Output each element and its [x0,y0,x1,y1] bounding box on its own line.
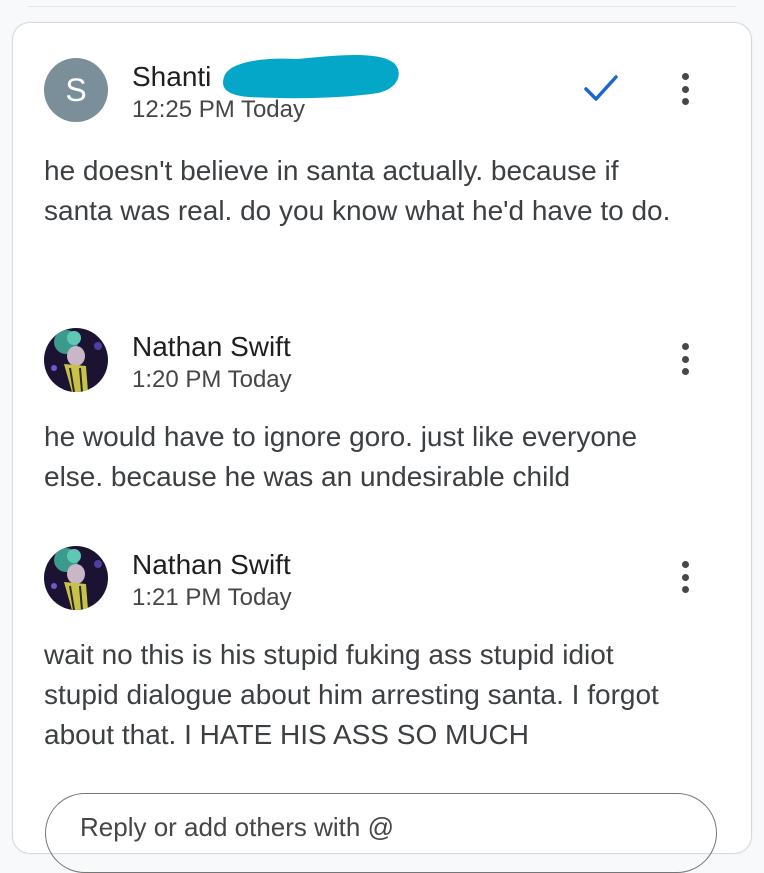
avatar[interactable]: S [44,58,108,122]
avatar[interactable] [44,328,108,392]
comment-author: Shanti [132,61,212,92]
avatar-image [44,328,108,392]
comment-body: he would have to ignore goro. just like … [44,421,638,492]
avatar[interactable] [44,546,108,610]
check-icon[interactable] [583,73,619,103]
comment-body: he doesn't believe in santa actually. be… [44,155,671,226]
avatar-letter: S [65,72,87,108]
avatar-image [44,546,108,610]
comment-author: Nathan Swift [132,549,291,580]
comment-body: wait no this is his stupid fuking ass st… [44,639,659,750]
reply-placeholder: Reply or add others with @ [80,812,394,842]
comment-timestamp: 1:21 PM Today [132,584,292,611]
comment-author: Nathan Swift [132,331,291,362]
comment-timestamp: 1:20 PM Today [132,366,292,393]
more-vert-icon[interactable] [670,557,700,597]
more-vert-icon[interactable] [670,339,700,379]
redaction-scribble [223,55,399,99]
comment-thread-card: S Shanti 12:25 PM Today he doesn't belie… [12,22,752,873]
reply-input[interactable]: Reply or add others with @ [45,793,717,873]
previous-card-edge [28,0,736,7]
more-vert-icon[interactable] [670,69,700,109]
